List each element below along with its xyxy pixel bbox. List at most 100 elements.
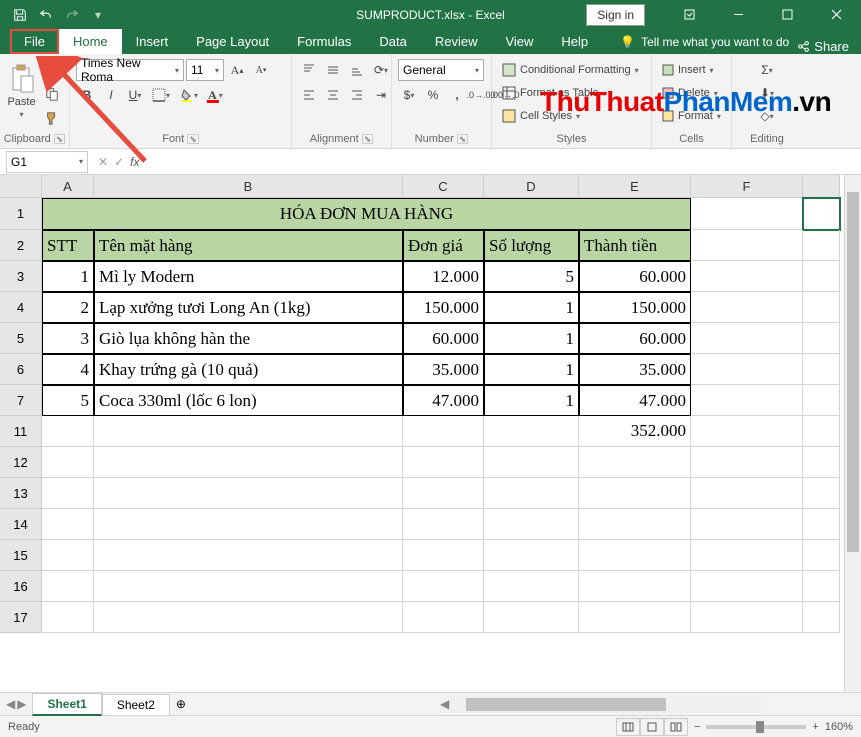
table-cell[interactable]: 35.000 <box>403 354 484 385</box>
row-header[interactable]: 1 <box>0 198 42 230</box>
table-cell[interactable]: 150.000 <box>579 292 691 323</box>
table-cell[interactable]: 1 <box>484 323 579 354</box>
alignment-dialog-launcher[interactable]: ⬊ <box>362 134 374 144</box>
column-header[interactable]: B <box>94 175 403 198</box>
cell[interactable] <box>484 571 579 602</box>
cell[interactable] <box>691 416 803 447</box>
redo-icon[interactable] <box>60 3 84 27</box>
cell[interactable] <box>42 509 94 540</box>
fx-icon[interactable]: fx <box>130 155 139 169</box>
table-cell[interactable]: Khay trứng gà (10 quả) <box>94 354 403 385</box>
table-cell[interactable]: 47.000 <box>579 385 691 416</box>
table-cell[interactable]: 2 <box>42 292 94 323</box>
align-top-icon[interactable] <box>298 59 320 81</box>
cell[interactable] <box>484 447 579 478</box>
sheet-tab[interactable]: Sheet2 <box>102 694 170 715</box>
insert-cells-button[interactable]: Insert▾ <box>658 59 730 81</box>
table-cell[interactable]: 12.000 <box>403 261 484 292</box>
cell[interactable] <box>691 230 803 261</box>
decrease-font-icon[interactable]: A▾ <box>250 59 272 81</box>
row-header[interactable]: 13 <box>0 478 42 509</box>
cell[interactable] <box>42 540 94 571</box>
qat-customize-icon[interactable]: ▾ <box>86 3 110 27</box>
table-cell[interactable]: 150.000 <box>403 292 484 323</box>
close-icon[interactable] <box>814 0 859 29</box>
cell[interactable] <box>803 571 840 602</box>
tab-help[interactable]: Help <box>547 29 602 54</box>
comma-format-icon[interactable]: , <box>446 84 468 106</box>
cell[interactable] <box>484 416 579 447</box>
column-header[interactable]: A <box>42 175 94 198</box>
cell[interactable] <box>403 509 484 540</box>
save-icon[interactable] <box>8 3 32 27</box>
format-painter-icon[interactable] <box>41 107 63 129</box>
fill-color-button[interactable]: ▾ <box>176 84 202 106</box>
cell[interactable] <box>403 416 484 447</box>
increase-font-icon[interactable]: A▴ <box>226 59 248 81</box>
cell[interactable] <box>803 416 840 447</box>
total-cell[interactable]: 352.000 <box>579 416 691 447</box>
minimize-icon[interactable] <box>716 0 761 29</box>
cell[interactable] <box>484 509 579 540</box>
cell[interactable] <box>403 540 484 571</box>
row-header[interactable]: 16 <box>0 571 42 602</box>
undo-icon[interactable] <box>34 3 58 27</box>
table-cell[interactable]: 60.000 <box>403 323 484 354</box>
row-header[interactable]: 14 <box>0 509 42 540</box>
table-cell[interactable]: Giò lụa không hàn the <box>94 323 403 354</box>
align-center-icon[interactable] <box>322 84 344 106</box>
cell[interactable] <box>691 602 803 633</box>
increase-decimal-icon[interactable]: .0→.00 <box>470 84 492 106</box>
font-name-select[interactable]: Times New Roma▾ <box>76 59 184 81</box>
cell[interactable] <box>484 602 579 633</box>
row-header[interactable]: 6 <box>0 354 42 385</box>
column-header[interactable] <box>803 175 840 198</box>
table-cell[interactable]: 5 <box>484 261 579 292</box>
cell[interactable] <box>691 385 803 416</box>
bold-button[interactable]: B <box>76 84 98 106</box>
maximize-icon[interactable] <box>765 0 810 29</box>
cell[interactable] <box>691 447 803 478</box>
font-color-button[interactable]: A▾ <box>204 84 227 106</box>
formula-input[interactable] <box>149 151 861 173</box>
table-title-cell[interactable]: HÓA ĐƠN MUA HÀNG <box>42 198 691 230</box>
italic-button[interactable]: I <box>100 84 122 106</box>
cell[interactable] <box>579 571 691 602</box>
cell[interactable] <box>579 540 691 571</box>
cell[interactable] <box>691 509 803 540</box>
cell[interactable] <box>579 447 691 478</box>
cell[interactable] <box>94 602 403 633</box>
autosum-icon[interactable]: Σ▾ <box>738 59 796 81</box>
cell[interactable] <box>94 509 403 540</box>
table-header-cell[interactable]: Tên mặt hàng <box>94 230 403 261</box>
vertical-scrollbar[interactable] <box>844 175 861 692</box>
table-cell[interactable]: 35.000 <box>579 354 691 385</box>
cell[interactable] <box>403 571 484 602</box>
cell[interactable] <box>691 292 803 323</box>
align-middle-icon[interactable] <box>322 59 344 81</box>
tell-me-search[interactable]: 💡 Tell me what you want to do <box>606 30 803 54</box>
cell[interactable] <box>691 198 803 230</box>
orientation-icon[interactable]: ⟳▾ <box>370 59 392 81</box>
column-header[interactable]: F <box>691 175 803 198</box>
cut-icon[interactable] <box>41 59 63 81</box>
sheet-tab[interactable]: Sheet1 <box>32 693 101 716</box>
cell[interactable] <box>803 323 840 354</box>
table-cell[interactable]: 60.000 <box>579 261 691 292</box>
worksheet-grid[interactable]: A B C D E F 1 HÓA ĐƠN MUA HÀNG 2 STT Tên… <box>0 175 861 692</box>
number-format-select[interactable]: General▾ <box>398 59 484 81</box>
cell[interactable] <box>691 540 803 571</box>
selected-cell[interactable] <box>803 198 840 230</box>
indent-icon[interactable]: ⇥ <box>370 84 392 106</box>
table-cell[interactable]: Coca 330ml (lốc 6 lon) <box>94 385 403 416</box>
cell[interactable] <box>42 602 94 633</box>
tab-page-layout[interactable]: Page Layout <box>182 29 283 54</box>
table-header-cell[interactable]: STT <box>42 230 94 261</box>
ribbon-options-icon[interactable] <box>667 0 712 29</box>
tab-formulas[interactable]: Formulas <box>283 29 365 54</box>
cell[interactable] <box>579 602 691 633</box>
cell[interactable] <box>691 354 803 385</box>
table-header-cell[interactable]: Đơn giá <box>403 230 484 261</box>
number-dialog-launcher[interactable]: ⬊ <box>457 134 469 144</box>
cell[interactable] <box>94 478 403 509</box>
